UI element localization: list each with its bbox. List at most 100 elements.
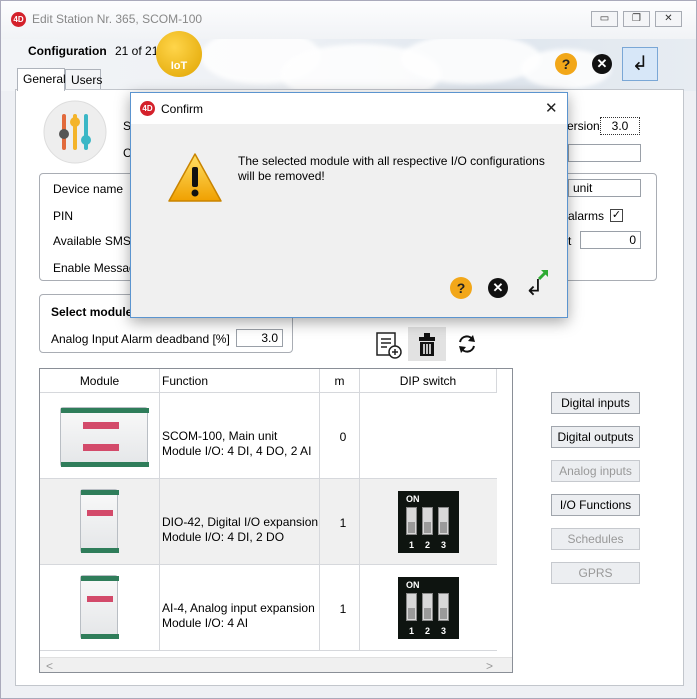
version-label: ersion xyxy=(567,119,600,133)
table-row[interactable]: DIO-42, Digital I/O expansion Module I/O… xyxy=(40,479,497,565)
module-cell xyxy=(40,393,160,479)
m-value: 1 xyxy=(339,602,347,616)
dip-number: 3 xyxy=(441,626,447,636)
function-text: DIO-42, Digital I/O expansion Module I/O… xyxy=(162,515,318,545)
module-terminal-strip xyxy=(81,548,119,553)
window-close-button[interactable]: ✕ xyxy=(655,11,682,27)
confirm-dialog: 4D Confirm ✕ The selected module with al… xyxy=(130,92,568,318)
version-field[interactable]: 3.0 xyxy=(600,117,640,135)
digital-inputs-button[interactable]: Digital inputs xyxy=(551,392,640,414)
dialog-cancel-button[interactable]: ✕ xyxy=(488,278,508,298)
dip-on-label: ON xyxy=(406,580,420,590)
warning-icon xyxy=(168,153,222,202)
delete-module-button[interactable] xyxy=(408,327,446,361)
modules-table: Module Function m DIP switch SCOM-100, M… xyxy=(39,368,513,673)
station-text-field[interactable] xyxy=(568,144,641,162)
scroll-left-icon[interactable]: < xyxy=(46,659,53,672)
scom-100-module-image xyxy=(60,407,149,467)
select-module-label: Select module xyxy=(51,305,133,319)
pin-label: PIN xyxy=(53,209,74,223)
table-row[interactable]: SCOM-100, Main unit Module I/O: 4 DI, 4 … xyxy=(40,393,497,479)
tab-general[interactable]: General xyxy=(17,68,66,91)
app-4d-icon: 4D xyxy=(11,12,26,27)
edit-station-window: 4D Edit Station Nr. 365, SCOM-100 ▭ ❐ ✕ … xyxy=(0,0,697,699)
m-value: 1 xyxy=(339,516,347,530)
module-cell xyxy=(40,565,160,651)
module-led-panel xyxy=(87,596,113,602)
module-cell xyxy=(40,479,160,565)
refresh-icon[interactable] xyxy=(456,333,478,355)
dip-number: 2 xyxy=(425,626,431,636)
tab-users[interactable]: Users xyxy=(65,69,102,90)
module-terminal-strip xyxy=(81,634,119,639)
column-header-module[interactable]: Module xyxy=(40,369,160,393)
dip-number: 1 xyxy=(409,540,415,550)
dip-switch-2 xyxy=(422,593,433,621)
ai-4-module-image xyxy=(80,575,119,639)
column-header-dip-switch[interactable]: DIP switch xyxy=(360,369,497,393)
function-line-2: Module I/O: 4 DI, 2 DO xyxy=(162,530,285,544)
scroll-right-icon[interactable]: > xyxy=(486,659,493,672)
close-button[interactable]: ✕ xyxy=(592,54,612,74)
configuration-label: Configuration xyxy=(28,44,107,58)
settings-sliders-icon xyxy=(43,100,107,164)
gprs-button[interactable]: GPRS xyxy=(551,562,640,584)
dip-switch-3 xyxy=(438,507,449,535)
window-title: Edit Station Nr. 365, SCOM-100 xyxy=(32,12,203,26)
module-led-panel xyxy=(83,444,119,451)
dip-number: 3 xyxy=(441,540,447,550)
title-bar: 4D Edit Station Nr. 365, SCOM-100 ▭ ❐ ✕ xyxy=(1,1,696,39)
alarms-label: alarms xyxy=(568,209,605,223)
deadband-label: Analog Input Alarm deadband [%] xyxy=(51,332,230,346)
function-line-2: Module I/O: 4 AI xyxy=(162,616,249,630)
alarms-checkbox[interactable]: ✓ xyxy=(610,209,623,222)
dialog-ok-button[interactable]: ↲ xyxy=(523,269,551,300)
analog-inputs-button[interactable]: Analog inputs xyxy=(551,460,640,482)
m-value: 0 xyxy=(339,430,347,444)
deadband-field[interactable]: 3.0 xyxy=(236,329,283,347)
configuration-count: 21 of 21 xyxy=(115,44,159,58)
module-terminal-strip xyxy=(81,490,119,495)
count-field[interactable]: 0 xyxy=(580,231,641,249)
module-led-panel xyxy=(87,510,113,516)
app-4d-icon: 4D xyxy=(140,101,155,116)
save-enter-button[interactable]: ↲ xyxy=(622,47,658,81)
dialog-message: The selected module with all respective … xyxy=(238,154,545,183)
dialog-title-bar: 4D Confirm ✕ xyxy=(131,93,567,124)
count-label-fragment: t xyxy=(568,234,572,248)
column-header-m[interactable]: m xyxy=(320,369,360,393)
dip-switch-3 xyxy=(438,593,449,621)
function-text: AI-4, Analog input expansion Module I/O:… xyxy=(162,601,315,631)
trash-icon xyxy=(419,333,435,356)
function-text: SCOM-100, Main unit Module I/O: 4 DI, 4 … xyxy=(162,429,311,459)
enable-message-label: Enable Messag xyxy=(53,261,136,275)
module-led-panel xyxy=(83,422,119,429)
device-name-label: Device name xyxy=(53,182,124,196)
module-terminal-strip xyxy=(81,576,119,581)
function-line-1: AI-4, Analog input expansion xyxy=(162,601,315,615)
dip-on-label: ON xyxy=(406,494,420,504)
iot-cloud-icon: IoT xyxy=(156,31,202,77)
help-button[interactable]: ? xyxy=(555,53,577,75)
table-row[interactable]: AI-4, Analog input expansion Module I/O:… xyxy=(40,565,497,651)
module-terminal-strip xyxy=(61,408,149,413)
add-module-icon[interactable] xyxy=(375,331,403,359)
schedules-button[interactable]: Schedules xyxy=(551,528,640,550)
minimize-button[interactable]: ▭ xyxy=(591,11,618,27)
restore-button[interactable]: ❐ xyxy=(623,11,650,27)
dip-number: 1 xyxy=(409,626,415,636)
dip-switch-1 xyxy=(406,593,417,621)
unit-field[interactable]: unit xyxy=(568,179,641,197)
horizontal-scrollbar[interactable]: < > xyxy=(40,657,512,672)
available-sms-label: Available SMS xyxy=(53,234,131,248)
dip-switch-1 xyxy=(406,507,417,535)
dip-switch-2 xyxy=(422,507,433,535)
io-functions-button[interactable]: I/O Functions xyxy=(551,494,640,516)
dip-switch-image: ON 1 2 3 xyxy=(398,577,459,639)
dialog-help-button[interactable]: ? xyxy=(450,277,472,299)
dialog-close-button[interactable]: ✕ xyxy=(545,99,558,117)
green-check-arrow-icon xyxy=(537,269,549,281)
dip-number: 2 xyxy=(425,540,431,550)
digital-outputs-button[interactable]: Digital outputs xyxy=(551,426,640,448)
column-header-function[interactable]: Function xyxy=(160,369,320,393)
